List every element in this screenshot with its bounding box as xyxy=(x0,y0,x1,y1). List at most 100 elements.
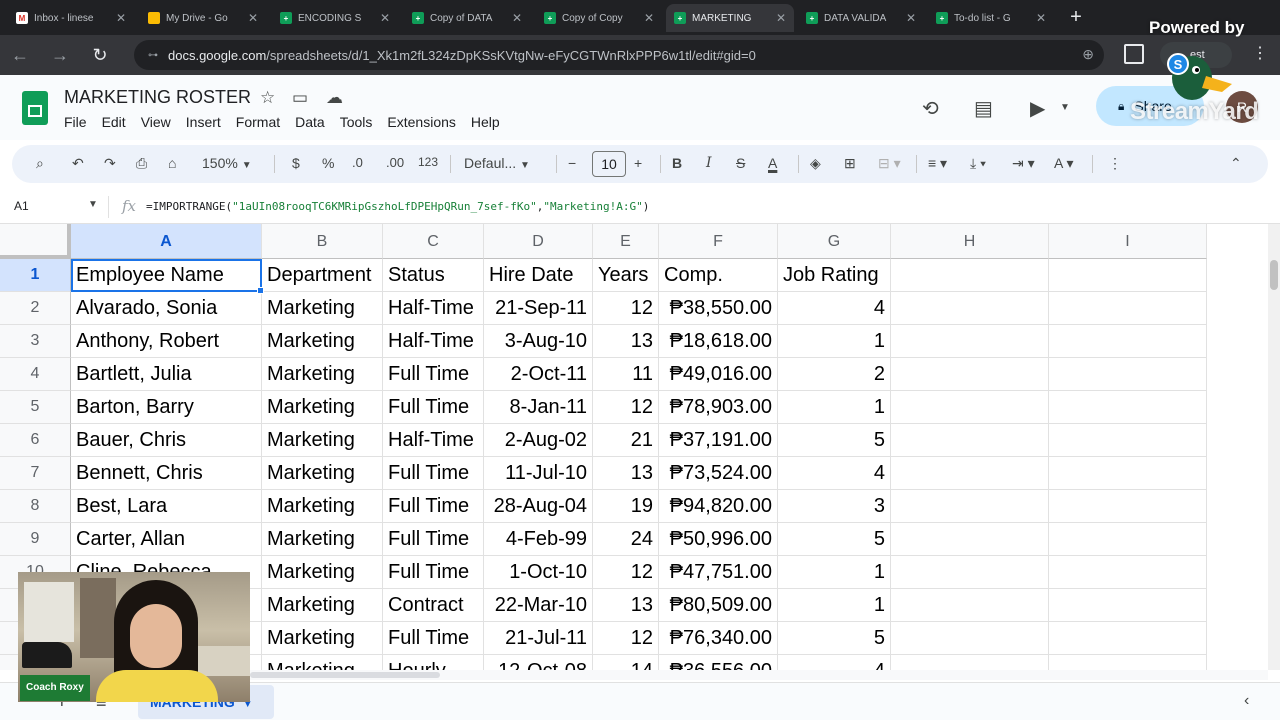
url-field[interactable]: ⊶ docs.google.com/spreadsheets/d/1_Xk1m2… xyxy=(134,40,1104,70)
redo-icon[interactable]: ↷ xyxy=(104,155,116,172)
paint-format-icon[interactable]: ⌂ xyxy=(168,155,176,171)
move-folder-icon[interactable]: ▭ xyxy=(292,88,308,108)
table-cell[interactable] xyxy=(891,391,1049,424)
zoom-magnifier-icon[interactable]: ⊕ xyxy=(1082,46,1094,63)
header-cell[interactable] xyxy=(891,259,1049,292)
horizontal-align-icon[interactable]: ≡ ▾ xyxy=(928,155,947,172)
table-cell[interactable]: Bartlett, Julia xyxy=(71,358,262,391)
table-cell[interactable]: 1 xyxy=(778,325,891,358)
merge-cells-icon[interactable]: ⊟ ▾ xyxy=(878,155,901,172)
table-cell[interactable]: 1 xyxy=(778,391,891,424)
table-cell[interactable]: Half-Time xyxy=(383,325,484,358)
cloud-status-icon[interactable]: ☁ xyxy=(326,88,343,108)
table-cell[interactable]: Alvarado, Sonia xyxy=(71,292,262,325)
table-cell[interactable]: Full Time xyxy=(383,622,484,655)
table-cell[interactable]: Full Time xyxy=(383,523,484,556)
back-arrow-icon[interactable]: ← xyxy=(8,43,32,67)
table-cell[interactable]: Hourly xyxy=(383,655,484,670)
more-options-icon[interactable]: ⋮ xyxy=(1108,155,1122,172)
header-cell[interactable]: Hire Date xyxy=(484,259,593,292)
table-cell[interactable]: ₱47,751.00 xyxy=(659,556,778,589)
row-header[interactable]: 8 xyxy=(0,490,71,523)
row-header[interactable]: 4 xyxy=(0,358,71,391)
print-icon[interactable]: ⎙ xyxy=(136,155,147,172)
table-cell[interactable]: 1-Oct-10 xyxy=(484,556,593,589)
table-cell[interactable]: Anthony, Robert xyxy=(71,325,262,358)
table-cell[interactable] xyxy=(891,358,1049,391)
menu-format[interactable]: Format xyxy=(236,114,280,130)
comments-icon[interactable]: ▤ xyxy=(974,96,993,121)
reload-icon[interactable]: ↻ xyxy=(88,43,112,67)
forward-arrow-icon[interactable]: → xyxy=(48,43,72,67)
table-cell[interactable]: 28-Aug-04 xyxy=(484,490,593,523)
table-cell[interactable]: Marketing xyxy=(262,622,383,655)
formula-input[interactable]: =IMPORTRANGE("1aUIn08rooqTC6KMRipGszhoLf… xyxy=(146,200,649,213)
new-tab-button[interactable]: + xyxy=(1066,6,1086,29)
zoom-select[interactable]: 150% ▼ xyxy=(202,155,252,171)
table-cell[interactable]: 13 xyxy=(593,325,659,358)
column-header-i[interactable]: I xyxy=(1049,224,1207,259)
table-cell[interactable]: Marketing xyxy=(262,490,383,523)
table-cell[interactable] xyxy=(1049,358,1207,391)
row-header[interactable]: 2 xyxy=(0,292,71,325)
close-icon[interactable]: ✕ xyxy=(1036,11,1046,25)
row-header[interactable]: 7 xyxy=(0,457,71,490)
table-cell[interactable] xyxy=(891,556,1049,589)
table-cell[interactable]: Full Time xyxy=(383,457,484,490)
table-cell[interactable]: Marketing xyxy=(262,358,383,391)
text-wrapping-icon[interactable]: ⇥ ▾ xyxy=(1012,155,1035,172)
table-cell[interactable] xyxy=(1049,325,1207,358)
table-cell[interactable]: 14 xyxy=(593,655,659,670)
table-cell[interactable]: 2-Oct-11 xyxy=(484,358,593,391)
increase-decimal-button[interactable]: .00 xyxy=(386,155,404,170)
table-cell[interactable]: 19 xyxy=(593,490,659,523)
table-cell[interactable]: 11-Jul-10 xyxy=(484,457,593,490)
table-cell[interactable]: 8-Jan-11 xyxy=(484,391,593,424)
table-cell[interactable] xyxy=(1049,391,1207,424)
table-cell[interactable] xyxy=(1049,556,1207,589)
table-cell[interactable]: Marketing xyxy=(262,589,383,622)
table-cell[interactable]: 1 xyxy=(778,556,891,589)
table-cell[interactable]: Bennett, Chris xyxy=(71,457,262,490)
row-header[interactable]: 3 xyxy=(0,325,71,358)
strikethrough-icon[interactable]: S xyxy=(736,155,745,171)
table-cell[interactable] xyxy=(1049,523,1207,556)
header-cell[interactable]: Job Rating xyxy=(778,259,891,292)
table-cell[interactable]: Marketing xyxy=(262,556,383,589)
table-cell[interactable] xyxy=(1049,292,1207,325)
vertical-scrollbar-thumb[interactable] xyxy=(1270,260,1278,290)
column-header-h[interactable]: H xyxy=(891,224,1049,259)
font-size-input[interactable]: 10 xyxy=(592,151,626,177)
header-cell[interactable]: Employee Name xyxy=(71,259,262,292)
table-cell[interactable]: 13 xyxy=(593,589,659,622)
table-cell[interactable]: Bauer, Chris xyxy=(71,424,262,457)
column-header-d[interactable]: D xyxy=(484,224,593,259)
header-cell[interactable]: Status xyxy=(383,259,484,292)
table-cell[interactable]: ₱80,509.00 xyxy=(659,589,778,622)
browser-tab-inbox[interactable]: M Inbox - linese ✕ xyxy=(8,4,134,32)
horizontal-scrollbar[interactable] xyxy=(250,670,1268,680)
column-header-f[interactable]: F xyxy=(659,224,778,259)
table-cell[interactable]: 12 xyxy=(593,622,659,655)
table-cell[interactable]: 21 xyxy=(593,424,659,457)
sheets-logo-icon[interactable] xyxy=(22,91,48,125)
decrease-font-size-button[interactable]: − xyxy=(568,155,576,171)
table-cell[interactable]: ₱49,016.00 xyxy=(659,358,778,391)
site-info-icon[interactable]: ⊶ xyxy=(148,50,158,61)
table-cell[interactable] xyxy=(891,457,1049,490)
menu-tools[interactable]: Tools xyxy=(340,114,373,130)
menu-view[interactable]: View xyxy=(141,114,171,130)
menu-help[interactable]: Help xyxy=(471,114,500,130)
table-cell[interactable]: Marketing xyxy=(262,391,383,424)
table-cell[interactable]: Marketing xyxy=(262,457,383,490)
table-cell[interactable]: 21-Jul-11 xyxy=(484,622,593,655)
table-cell[interactable]: ₱38,550.00 xyxy=(659,292,778,325)
table-cell[interactable] xyxy=(1049,424,1207,457)
table-cell[interactable]: Marketing xyxy=(262,424,383,457)
table-cell[interactable]: Full Time xyxy=(383,490,484,523)
collapse-menu-chevron-icon[interactable]: ⌃ xyxy=(1230,155,1242,172)
font-select[interactable]: Defaul... ▼ xyxy=(464,155,530,171)
browser-menu-icon[interactable]: ⋮ xyxy=(1252,43,1268,63)
table-cell[interactable] xyxy=(891,589,1049,622)
column-header-b[interactable]: B xyxy=(262,224,383,259)
